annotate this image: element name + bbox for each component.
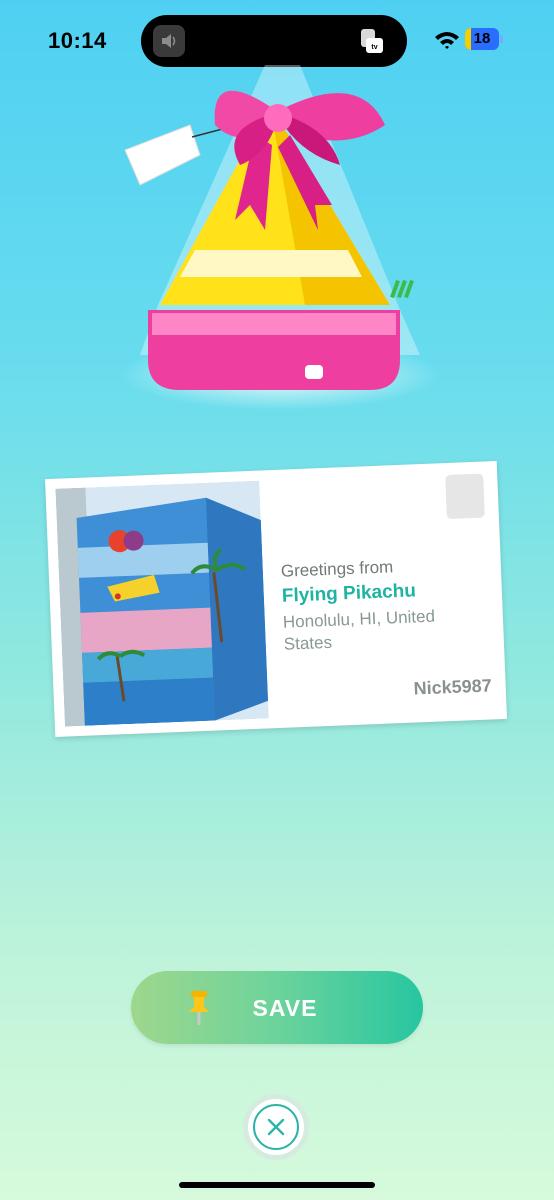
save-button-label: SAVE — [252, 995, 318, 1021]
wifi-icon — [434, 30, 460, 55]
close-button[interactable] — [243, 1094, 309, 1160]
close-icon — [267, 1118, 285, 1136]
battery-icon: 18 — [465, 28, 499, 50]
battery-cap — [500, 35, 503, 43]
gift-box-image — [100, 55, 460, 425]
postcard[interactable]: Greetings from Flying Pikachu Honolulu, … — [45, 461, 507, 737]
postcard-photo — [55, 480, 269, 727]
apple-tv-icon: tv — [357, 27, 385, 55]
volume-icon — [153, 25, 185, 57]
home-indicator[interactable] — [179, 1182, 375, 1188]
pokemon-name: Flying Pikachu — [281, 580, 417, 607]
clock: 10:14 — [48, 28, 107, 53]
trainer-name: Nick5987 — [413, 675, 493, 699]
save-button[interactable]: SAVE — [131, 971, 423, 1044]
svg-text:tv: tv — [371, 44, 377, 51]
stamp-placeholder — [445, 473, 485, 520]
greeting-text: Greetings from — [280, 557, 394, 581]
location-text: Honolulu, HI, United States — [282, 606, 436, 654]
battery-level: 18 — [473, 30, 491, 47]
